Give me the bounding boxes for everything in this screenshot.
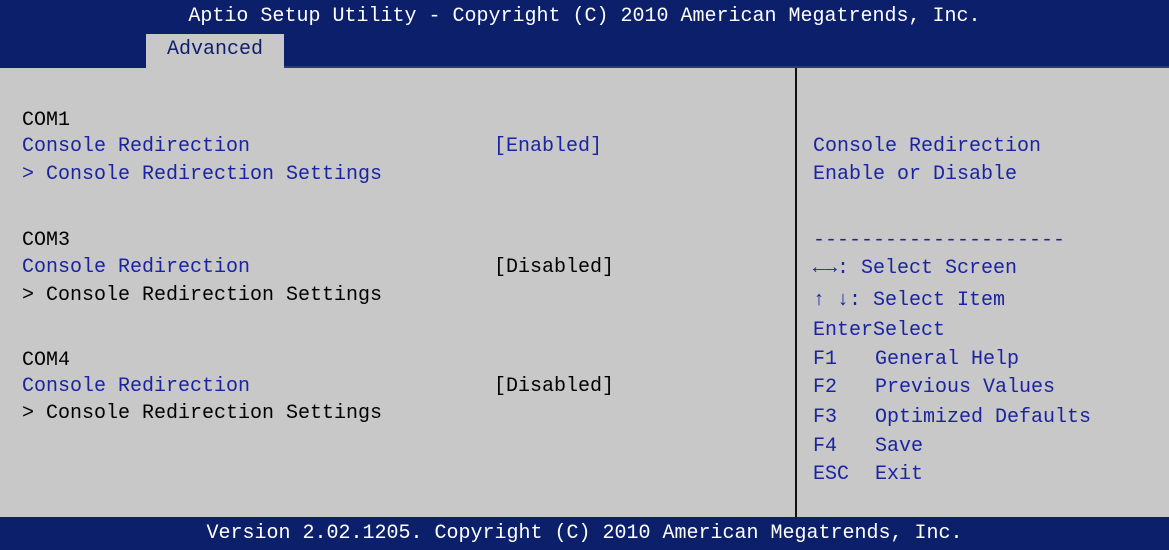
com3-console-redirection-label[interactable]: Console Redirection (22, 255, 250, 281)
title-bar: Aptio Setup Utility - Copyright (C) 2010… (0, 0, 1169, 68)
footer-bar: Version 2.02.1205. Copyright (C) 2010 Am… (0, 517, 1169, 550)
com4-console-redirection-settings-link[interactable]: > Console Redirection Settings (22, 401, 382, 427)
key-hint-key: Enter (813, 319, 874, 342)
com1-console-redirection-settings-link[interactable]: > Console Redirection Settings (22, 162, 382, 188)
key-hint-select-item: ↑ ↓: Select Item (813, 288, 1005, 314)
key-hint-action: Previous Values (875, 376, 1056, 399)
com4-heading: COM4 (22, 349, 71, 372)
key-hint-action: : Select Item (849, 289, 1006, 312)
key-hint-action: : Select Screen (837, 257, 1018, 280)
key-hint-exit: ESC Exit (813, 462, 923, 488)
key-hint-key: F3 (813, 406, 838, 429)
help-separator: --------------------- (813, 229, 1066, 252)
com4-console-redirection-label[interactable]: Console Redirection (22, 374, 250, 400)
key-hint-action: Save (875, 435, 924, 458)
bios-setup-screen: Aptio Setup Utility - Copyright (C) 2010… (0, 0, 1169, 550)
arrow-up-down-icon: ↑ ↓ (813, 289, 850, 312)
key-hint-key: F4 (813, 435, 838, 458)
com1-heading: COM1 (22, 109, 71, 132)
help-description-line1: Console Redirection (813, 135, 1042, 158)
key-hint-key: ESC (813, 463, 850, 486)
key-hint-general-help: F1 General Help (813, 347, 1019, 373)
key-hint-enter-select: EnterSelect (813, 318, 945, 344)
com4-console-redirection-value[interactable]: [Disabled] (494, 374, 614, 400)
utility-title: Aptio Setup Utility - Copyright (C) 2010… (188, 5, 981, 28)
key-hint-action: Exit (875, 463, 924, 486)
com1-console-redirection-value[interactable]: [Enabled] (494, 134, 602, 160)
help-description-line2: Enable or Disable (813, 163, 1018, 186)
com3-console-redirection-settings-link[interactable]: > Console Redirection Settings (22, 283, 382, 309)
tab-underline (284, 66, 1169, 68)
version-text: Version 2.02.1205. Copyright (C) 2010 Am… (206, 522, 963, 545)
key-hint-select-screen: ←→: Select Screen (813, 256, 1017, 282)
key-hint-optimized-defaults: F3 Optimized Defaults (813, 405, 1091, 431)
tab-advanced[interactable]: Advanced (146, 34, 284, 68)
key-hint-action: General Help (875, 348, 1020, 371)
key-hint-action: Select (873, 319, 946, 342)
com1-console-redirection-label[interactable]: Console Redirection (22, 134, 250, 160)
key-hint-action: Optimized Defaults (875, 406, 1092, 429)
arrow-left-right-icon: ←→ (813, 257, 838, 280)
key-hint-key: F2 (813, 376, 838, 399)
com3-heading: COM3 (22, 229, 71, 252)
key-hint-key: F1 (813, 348, 838, 371)
key-hint-previous-values: F2 Previous Values (813, 375, 1055, 401)
help-panel-divider (795, 68, 797, 517)
key-hint-save: F4 Save (813, 434, 923, 460)
com3-console-redirection-value[interactable]: [Disabled] (494, 255, 614, 281)
